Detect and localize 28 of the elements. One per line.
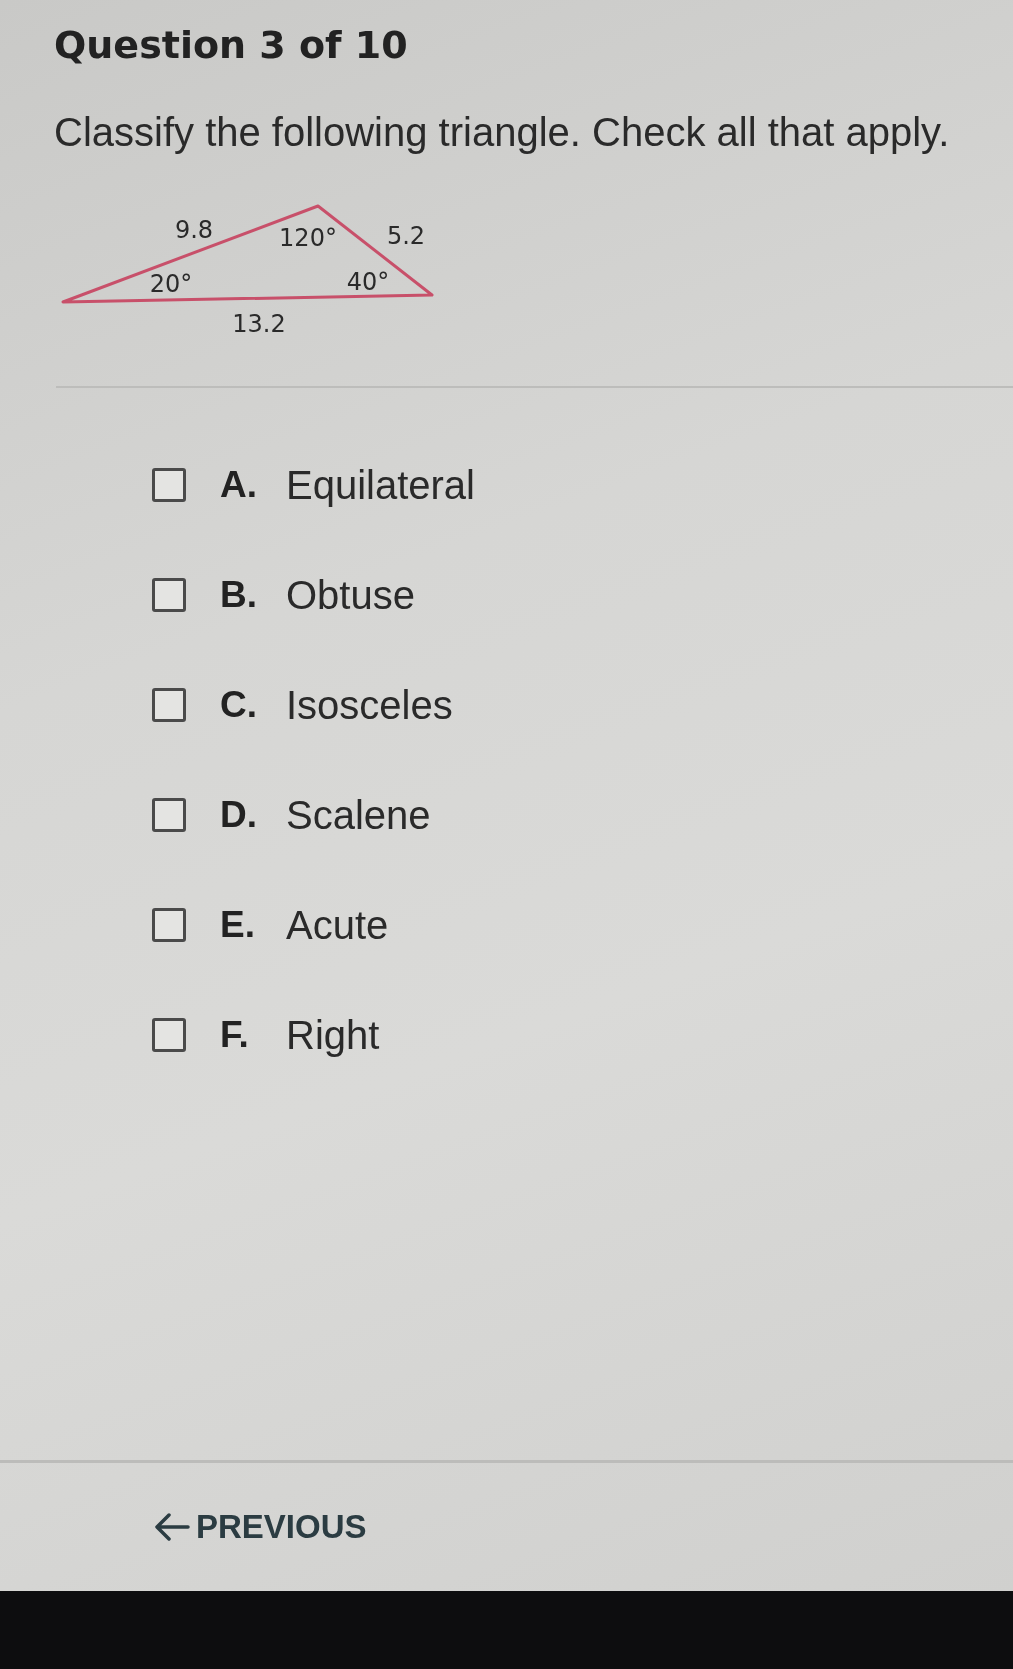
option-label: Equilateral: [286, 462, 475, 508]
checkbox[interactable]: [152, 578, 186, 612]
question-prompt: Classify the following triangle. Check all that apply.: [54, 109, 950, 156]
side-length-label: 5.2: [386, 222, 426, 250]
option-letter: F.: [220, 1014, 250, 1056]
angle-label: 120°: [279, 224, 337, 252]
option-label: Right: [286, 1012, 380, 1058]
checkbox[interactable]: [152, 468, 186, 502]
question-number: Question 3 of 10: [54, 22, 408, 68]
checkbox[interactable]: [152, 798, 186, 832]
previous-button[interactable]: PREVIOUS: [148, 1504, 373, 1550]
checkbox[interactable]: [152, 688, 186, 722]
option-label: Acute: [286, 902, 389, 948]
option-letter: C.: [220, 684, 258, 726]
option-letter: D.: [220, 794, 258, 836]
option-label: Obtuse: [286, 572, 415, 618]
option-label: Isosceles: [286, 682, 453, 728]
angle-label: 20°: [149, 270, 193, 298]
side-length-label: 9.8: [174, 216, 214, 244]
checkbox[interactable]: [152, 908, 186, 942]
side-length-label: 13.2: [232, 310, 286, 338]
option-letter: A.: [220, 464, 258, 506]
option-letter: E.: [220, 904, 256, 946]
option-label: Scalene: [286, 792, 431, 838]
option-letter: B.: [220, 574, 258, 616]
checkbox[interactable]: [152, 1018, 186, 1052]
angle-label: 40°: [346, 268, 390, 296]
left-arrow-icon: [154, 1512, 190, 1542]
